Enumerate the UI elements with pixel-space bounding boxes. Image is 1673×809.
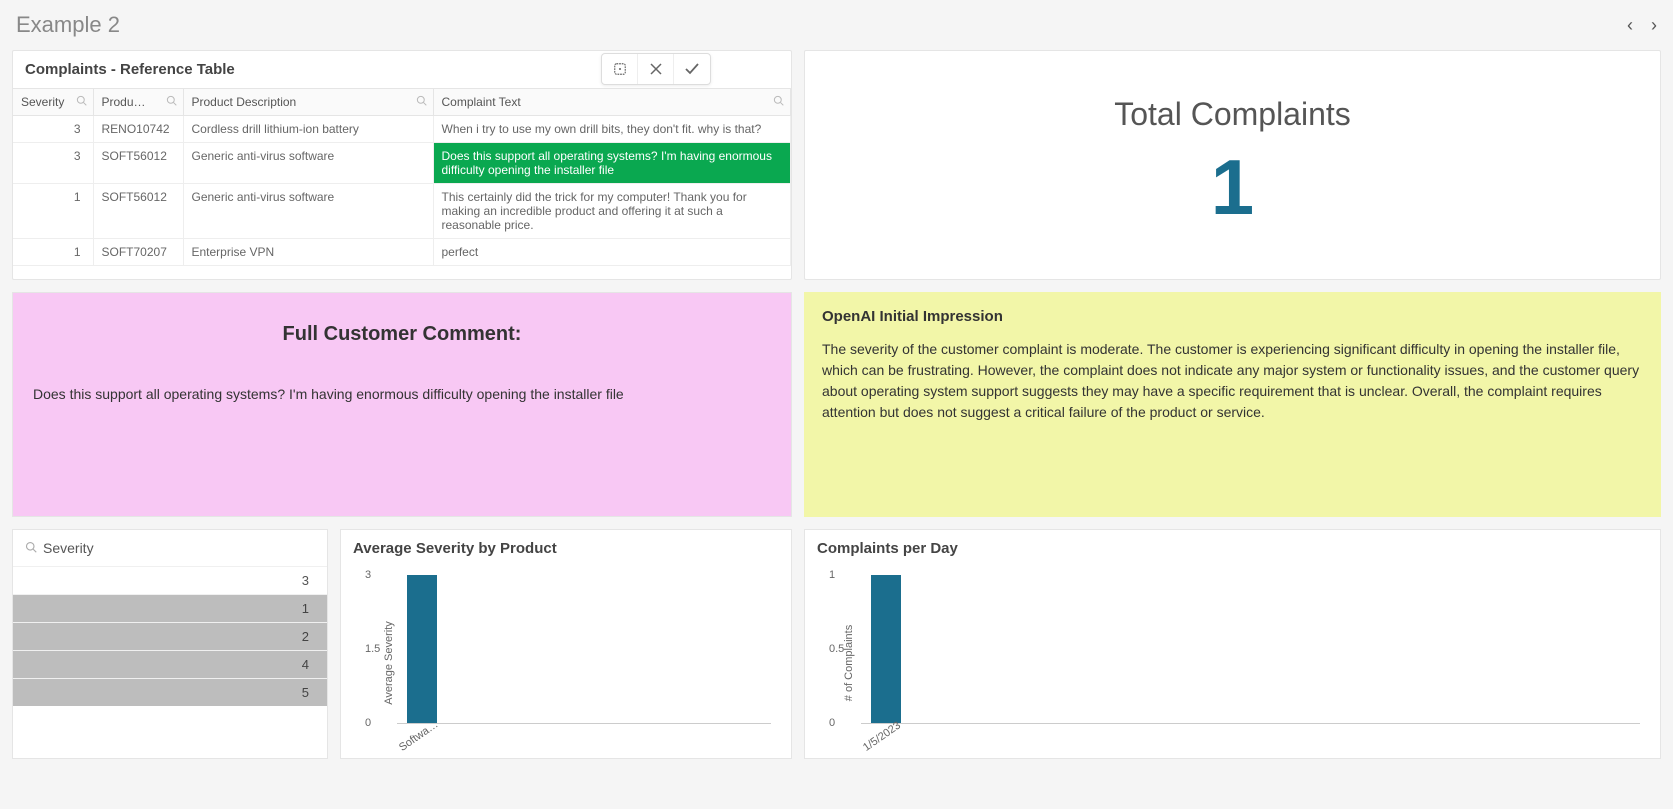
y-tick: 0: [829, 717, 835, 729]
y-tick: 0: [365, 717, 371, 729]
severity-filter-panel: Severity 31245: [12, 529, 328, 759]
complaints-per-day-plot[interactable]: 00.51: [861, 575, 1640, 724]
table-row[interactable]: 3RENO10742Cordless drill lithium-ion bat…: [13, 116, 791, 143]
table-cell[interactable]: Cordless drill lithium-ion battery: [183, 116, 433, 143]
column-header[interactable]: Product Description: [183, 89, 433, 116]
y-tick: 1.5: [365, 643, 380, 655]
search-icon[interactable]: [416, 95, 427, 109]
severity-filter-item[interactable]: 2: [13, 622, 327, 650]
table-cell[interactable]: perfect: [433, 239, 791, 266]
confirm-selection-button[interactable]: [674, 54, 710, 84]
y-tick: 3: [365, 569, 371, 581]
selection-action-bar: [601, 53, 711, 85]
lasso-select-button[interactable]: [602, 54, 638, 84]
column-header[interactable]: Severity: [13, 89, 93, 116]
y-tick: 0.5: [829, 643, 844, 655]
complaints-table-panel: Complaints - Reference Table SeverityPro…: [12, 50, 792, 280]
next-page-button[interactable]: ›: [1651, 15, 1657, 36]
avg-severity-ylabel: Average Severity: [383, 621, 395, 705]
avg-severity-chart-title: Average Severity by Product: [341, 530, 791, 567]
full-comment-body: Does this support all operating systems?…: [33, 386, 771, 402]
table-row[interactable]: 1SOFT70207Enterprise VPNperfect: [13, 239, 791, 266]
complaints-per-day-chart-panel: Complaints per Day # of Complaints 00.51…: [804, 529, 1661, 759]
impression-body: The severity of the customer complaint i…: [822, 339, 1643, 423]
table-cell[interactable]: 1: [13, 239, 93, 266]
complaints-per-day-chart-title: Complaints per Day: [805, 530, 1660, 567]
complaints-table: SeverityProdu…Product DescriptionComplai…: [13, 88, 791, 266]
table-cell[interactable]: This certainly did the trick for my comp…: [433, 184, 791, 239]
search-icon[interactable]: [76, 95, 87, 109]
complaints-per-day-ylabel: # of Complaints: [843, 624, 855, 700]
severity-filter-item[interactable]: 5: [13, 678, 327, 706]
kpi-title: Total Complaints: [1114, 96, 1351, 133]
table-cell[interactable]: SOFT56012: [93, 184, 183, 239]
avg-severity-chart-panel: Average Severity by Product Average Seve…: [340, 529, 792, 759]
table-cell[interactable]: 3: [13, 143, 93, 184]
table-cell[interactable]: SOFT56012: [93, 143, 183, 184]
search-icon[interactable]: [166, 95, 177, 109]
table-cell[interactable]: Enterprise VPN: [183, 239, 433, 266]
y-tick: 1: [829, 569, 835, 581]
column-header[interactable]: Produ…: [93, 89, 183, 116]
table-cell[interactable]: Generic anti-virus software: [183, 184, 433, 239]
chart-bar[interactable]: [871, 575, 901, 723]
table-cell[interactable]: SOFT70207: [93, 239, 183, 266]
openai-impression-panel: OpenAI Initial Impression The severity o…: [804, 292, 1661, 517]
table-cell[interactable]: Does this support all operating systems?…: [433, 143, 791, 184]
full-comment-title: Full Customer Comment:: [33, 323, 771, 346]
x-tick-label: 1/5/2023: [861, 719, 903, 753]
total-complaints-kpi: Total Complaints 1: [804, 50, 1661, 280]
avg-severity-plot[interactable]: 01.53: [397, 575, 771, 724]
severity-filter-item[interactable]: 1: [13, 594, 327, 622]
severity-filter-item[interactable]: 3: [13, 566, 327, 594]
page-title: Example 2: [16, 12, 120, 38]
column-header[interactable]: Complaint Text: [433, 89, 791, 116]
table-cell[interactable]: RENO10742: [93, 116, 183, 143]
severity-filter-label: Severity: [43, 540, 94, 556]
kpi-value: 1: [1211, 141, 1254, 235]
table-row[interactable]: 1SOFT56012Generic anti-virus softwareThi…: [13, 184, 791, 239]
search-icon[interactable]: [773, 95, 784, 109]
table-cell[interactable]: Generic anti-virus software: [183, 143, 433, 184]
search-icon[interactable]: [25, 541, 37, 556]
cancel-selection-button[interactable]: [638, 54, 674, 84]
table-cell[interactable]: 1: [13, 184, 93, 239]
table-row[interactable]: 3SOFT56012Generic anti-virus softwareDoe…: [13, 143, 791, 184]
prev-page-button[interactable]: ‹: [1627, 15, 1633, 36]
full-comment-panel: Full Customer Comment: Does this support…: [12, 292, 792, 517]
impression-title: OpenAI Initial Impression: [822, 308, 1643, 325]
table-cell[interactable]: When i try to use my own drill bits, the…: [433, 116, 791, 143]
severity-filter-item[interactable]: 4: [13, 650, 327, 678]
chart-bar[interactable]: [407, 575, 437, 723]
table-cell[interactable]: 3: [13, 116, 93, 143]
